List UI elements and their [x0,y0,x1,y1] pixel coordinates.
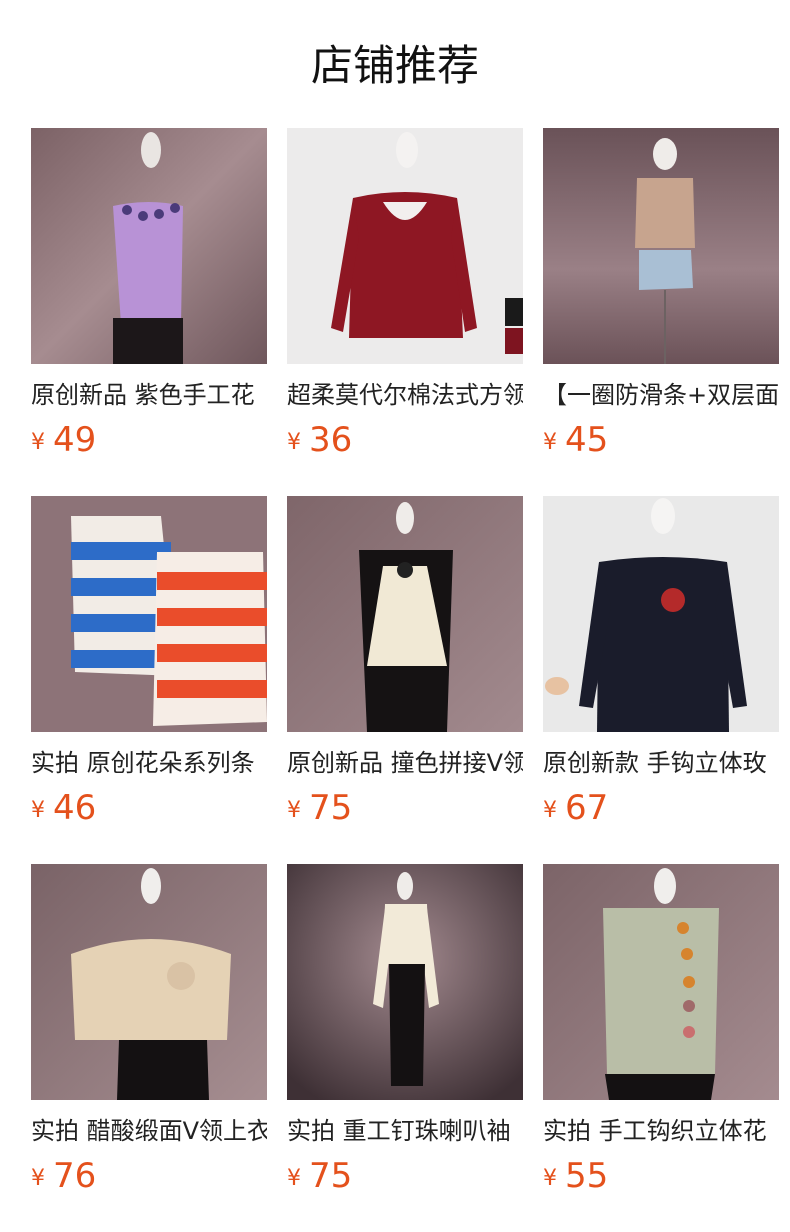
product-photo [543,864,779,1100]
product-name[interactable]: 实拍 重工钉珠喇叭袖 [287,1116,523,1146]
product-price: ¥46 [31,788,267,831]
product-card[interactable]: 实拍 醋酸缎面V领上衣 ¥76 [31,864,267,1204]
price-value: 75 [309,1156,353,1196]
product-photo [31,496,267,732]
product-name[interactable]: 实拍 手工钩织立体花 [543,1116,779,1146]
product-price: ¥76 [31,1156,267,1199]
product-card[interactable]: 实拍 重工钉珠喇叭袖 ¥75 [287,864,523,1204]
product-price: ¥55 [543,1156,779,1199]
price-value: 46 [53,788,97,828]
product-name[interactable]: 实拍 醋酸缎面V领上衣 [31,1116,267,1146]
product-name[interactable]: 原创新品 紫色手工花 [31,380,267,410]
product-price: ¥49 [31,420,267,463]
product-card[interactable]: 原创新品 紫色手工花 ¥49 [31,128,267,468]
product-photo [31,864,267,1100]
currency-symbol: ¥ [31,430,45,455]
price-value: 55 [565,1156,609,1196]
product-price: ¥75 [287,1156,523,1199]
product-name[interactable]: 原创新品 撞色拼接V领 [287,748,523,778]
product-price: ¥67 [543,788,779,831]
product-image[interactable] [31,496,267,732]
product-card[interactable]: 实拍 原创花朵系列条 ¥46 [31,496,267,836]
price-value: 49 [53,420,97,460]
product-photo [31,128,267,364]
product-card[interactable]: 实拍 手工钩织立体花 ¥55 [543,864,779,1204]
product-card[interactable]: 原创新款 手钩立体玫 ¥67 [543,496,779,836]
product-image[interactable] [543,496,779,732]
product-image[interactable] [31,128,267,364]
product-photo [543,128,779,364]
product-name[interactable]: 超柔莫代尔棉法式方领 [287,380,523,410]
product-card[interactable]: 超柔莫代尔棉法式方领 ¥36 [287,128,523,468]
product-card[interactable]: 【一圈防滑条+双层面 ¥45 [543,128,779,468]
product-name[interactable]: 原创新款 手钩立体玫 [543,748,779,778]
currency-symbol: ¥ [31,1166,45,1191]
product-image[interactable] [543,128,779,364]
product-image[interactable] [287,864,523,1100]
currency-symbol: ¥ [31,798,45,823]
price-value: 36 [309,420,353,460]
product-photo [287,128,523,364]
product-price: ¥75 [287,788,523,831]
product-name[interactable]: 【一圈防滑条+双层面 [543,380,779,410]
page-title: 店铺推荐 [310,41,479,90]
currency-symbol: ¥ [543,430,557,455]
price-value: 75 [309,788,353,828]
currency-symbol: ¥ [287,430,301,455]
product-image[interactable] [287,128,523,364]
product-name[interactable]: 实拍 原创花朵系列条 [31,748,267,778]
product-price: ¥36 [287,420,523,463]
product-image[interactable] [543,864,779,1100]
product-photo [287,864,523,1100]
product-image[interactable] [31,864,267,1100]
currency-symbol: ¥ [543,798,557,823]
product-image[interactable] [287,496,523,732]
price-value: 67 [565,788,609,828]
price-value: 76 [53,1156,97,1196]
product-card[interactable]: 原创新品 撞色拼接V领 ¥75 [287,496,523,836]
currency-symbol: ¥ [287,1166,301,1191]
currency-symbol: ¥ [543,1166,557,1191]
product-photo [543,496,779,732]
price-value: 45 [565,420,609,460]
currency-symbol: ¥ [287,798,301,823]
product-photo [287,496,523,732]
product-price: ¥45 [543,420,779,463]
